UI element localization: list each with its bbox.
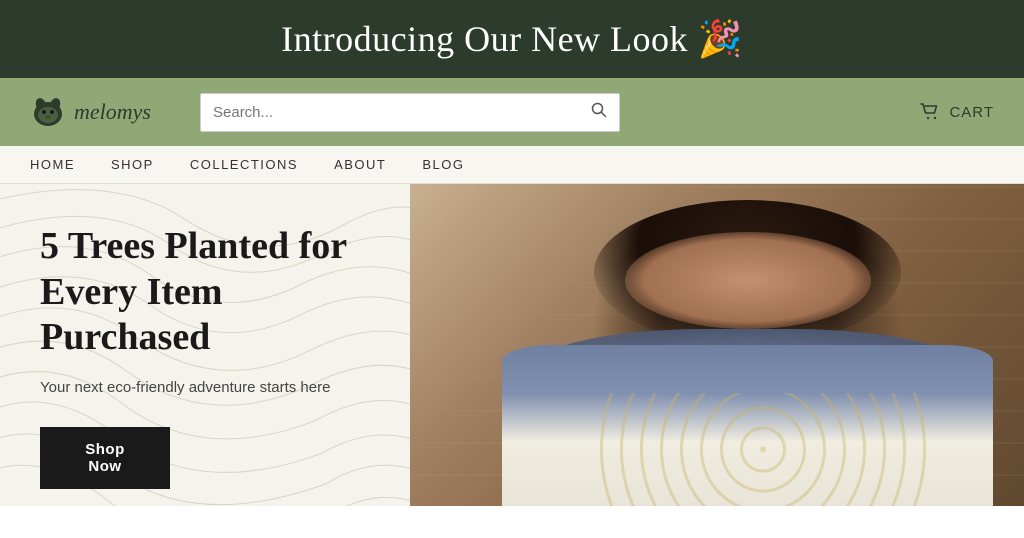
nav-item-about[interactable]: ABOUT	[334, 157, 386, 172]
nav-item-blog[interactable]: BLOG	[422, 157, 464, 172]
hero-section: 5 Trees Planted for Every Item Purchased…	[0, 184, 1024, 506]
shop-now-button[interactable]: Shop Now	[40, 427, 170, 489]
cart-button[interactable]: CART	[919, 101, 994, 123]
hero-heading: 5 Trees Planted for Every Item Purchased	[40, 224, 370, 361]
search-input[interactable]	[213, 104, 583, 121]
logo[interactable]: melomys	[30, 94, 180, 130]
announcement-text: Introducing Our New Look 🎉	[281, 19, 743, 59]
hero-left-panel: 5 Trees Planted for Every Item Purchased…	[0, 184, 410, 506]
search-button[interactable]	[591, 102, 607, 123]
logo-text: melomys	[74, 99, 151, 125]
cart-label: CART	[949, 104, 994, 121]
hero-right-panel	[410, 184, 1024, 506]
main-nav: HOME SHOP COLLECTIONS ABOUT BLOG	[0, 146, 1024, 184]
search-bar[interactable]	[200, 93, 620, 132]
cart-icon	[919, 101, 941, 123]
hero-image	[410, 184, 1024, 506]
site-header: melomys CART	[0, 78, 1024, 146]
nav-item-home[interactable]: HOME	[30, 157, 75, 172]
hero-subtext: Your next eco-friendly adventure starts …	[40, 377, 370, 400]
logo-icon	[30, 94, 66, 130]
search-icon	[591, 102, 607, 118]
announcement-bar: Introducing Our New Look 🎉	[0, 0, 1024, 78]
nav-item-collections[interactable]: COLLECTIONS	[190, 157, 298, 172]
nav-item-shop[interactable]: SHOP	[111, 157, 154, 172]
